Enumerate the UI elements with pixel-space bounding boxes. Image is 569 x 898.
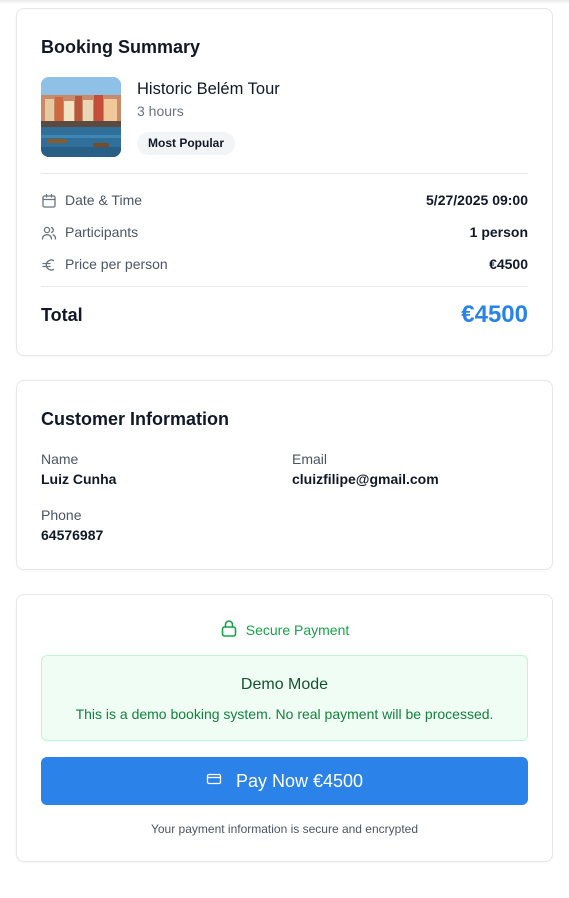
detail-row-price: Price per person €4500 (41, 255, 528, 275)
summary-divider-bottom (41, 286, 528, 287)
demo-mode-text: This is a demo booking system. No real p… (75, 706, 494, 722)
name-value: Luiz Cunha (41, 471, 117, 487)
detail-label: Participants (65, 224, 139, 240)
demo-mode-title: Demo Mode (240, 676, 329, 693)
email-label: Email (292, 451, 328, 467)
secure-note: Your payment information is secure and e… (150, 822, 419, 836)
phone-value: 64576987 (41, 527, 104, 543)
detail-row-participants: Participants 1 person (41, 223, 528, 243)
customer-information-card: Customer Information Name Luiz Cunha Ema… (16, 380, 553, 570)
detail-label: Date & Time (65, 192, 143, 208)
euro-icon (41, 257, 57, 273)
email-value: cluizfilipe@gmail.com (292, 471, 439, 487)
detail-row-date: Date & Time 5/27/2025 09:00 (41, 191, 528, 211)
pay-now-button[interactable]: Pay Now €4500 (41, 757, 528, 805)
detail-value: 1 person (469, 224, 528, 240)
detail-value: €4500 (489, 256, 528, 272)
phone-label: Phone (41, 507, 82, 523)
calendar-icon (41, 193, 57, 209)
popular-badge: Most Popular (137, 132, 236, 155)
tour-name: Historic Belém Tour (137, 80, 280, 98)
credit-card-icon (206, 771, 222, 792)
customer-information-title: Customer Information (41, 409, 230, 429)
summary-divider-top (41, 173, 528, 174)
detail-label: Price per person (65, 256, 168, 272)
total-label: Total (41, 305, 83, 325)
lock-icon (220, 619, 238, 640)
total-value: €4500 (461, 301, 528, 328)
name-label: Name (41, 451, 79, 467)
pay-now-label: Pay Now €4500 (235, 770, 364, 791)
top-edge-shadow (0, 0, 569, 4)
booking-summary-title: Booking Summary (41, 37, 201, 57)
tour-duration: 3 hours (137, 103, 184, 119)
payment-card: Secure Payment Demo Mode This is a demo … (16, 594, 553, 862)
detail-value: 5/27/2025 09:00 (426, 192, 528, 208)
booking-summary-card: Booking Summary Historic Belém Tour 3 ho… (16, 8, 553, 356)
secure-payment-header: Secure Payment (17, 619, 552, 641)
users-icon (41, 225, 57, 241)
demo-mode-notice: Demo Mode This is a demo booking system.… (41, 655, 528, 741)
secure-payment-label: Secure Payment (245, 621, 350, 638)
tour-image (41, 77, 121, 157)
